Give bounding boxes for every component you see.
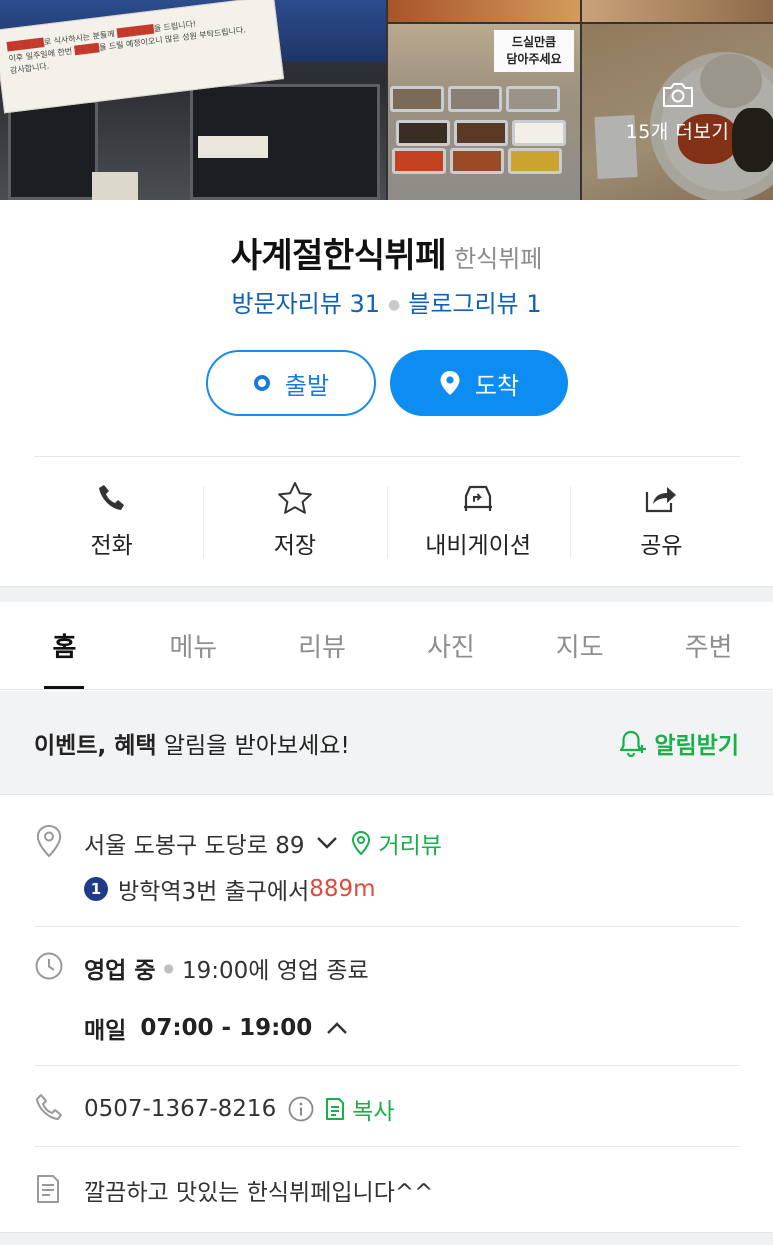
route-buttons: 출발 도착 <box>206 350 568 416</box>
station-distance: 889m <box>309 876 376 902</box>
info-icon[interactable] <box>288 1096 314 1122</box>
section-gap <box>0 1232 773 1245</box>
location-pin-icon <box>439 370 461 396</box>
address-section: 서울 도봉구 도당로 89 거리뷰 1 방학역 3번 출구에서 889m <box>34 796 740 926</box>
buffet-tray <box>454 120 508 146</box>
place-name: 사계절한식뷔페 <box>230 236 447 276</box>
phone-icon <box>96 480 128 516</box>
document-icon <box>37 1175 59 1203</box>
store-sign <box>198 136 268 158</box>
station-name: 방학역 <box>118 879 182 905</box>
buffet-tray <box>392 148 446 174</box>
start-point-icon <box>253 374 271 392</box>
place-category: 한식뷔페 <box>454 245 543 273</box>
tab-review[interactable]: 리뷰 <box>258 602 387 689</box>
storefront-window <box>8 100 98 200</box>
subway-line-badge: 1 <box>84 877 108 901</box>
hours-status-line: 영업 중 ● 19:00에 영업 종료 <box>84 951 369 985</box>
subscribe-notification-button[interactable]: 알림받기 <box>618 726 739 760</box>
clock-icon <box>35 952 63 980</box>
phone-icon <box>36 1094 62 1120</box>
station-line: 1 방학역 3번 출구에서 889m <box>84 872 376 906</box>
open-status: 영업 중 <box>84 958 156 984</box>
buffet-sign: 드실만큼 담아주세요 <box>494 30 574 72</box>
buffet-photo[interactable]: 드실만큼 담아주세요 <box>388 24 580 200</box>
buffet-tray <box>512 120 566 146</box>
photo-gallery[interactable]: ██████로 식사하시는 분들께 ██████을 드립니다! 이후 일주일에 … <box>0 0 773 200</box>
location-pin-icon <box>36 824 62 858</box>
save-label: 저장 <box>273 533 317 559</box>
separator-dot: ● <box>163 961 174 975</box>
save-button[interactable]: 저장 <box>203 480 386 560</box>
arrive-route-label: 도착 <box>474 371 520 400</box>
navigation-button[interactable]: 내비게이션 <box>386 480 570 560</box>
description-section: 깔끔하고 맛있는 한식뷔페입니다^^ <box>34 1147 740 1231</box>
navigation-label: 내비게이션 <box>425 533 532 559</box>
street-view-link[interactable]: 거리뷰 <box>378 826 441 860</box>
phone-number[interactable]: 0507-1367-8216 <box>84 1096 276 1122</box>
divider <box>34 456 740 457</box>
action-bar: 전화 저장 내비게이션 공유 <box>20 480 753 560</box>
food-photo[interactable] <box>582 0 773 22</box>
address-line: 서울 도봉구 도당로 89 거리뷰 <box>84 826 442 860</box>
tab-bar: 홈 메뉴 리뷰 사진 지도 주변 <box>0 602 773 690</box>
visitor-reviews-link[interactable]: 방문자리뷰 31 <box>231 290 380 318</box>
hours-detail-line[interactable]: 매일 07:00 - 19:00 <box>84 1011 348 1045</box>
bell-plus-icon <box>620 730 647 757</box>
tab-nearby[interactable]: 주변 <box>644 602 773 689</box>
tab-photo[interactable]: 사진 <box>386 602 515 689</box>
buffet-tray <box>506 86 560 112</box>
call-label: 전화 <box>90 533 133 559</box>
call-button[interactable]: 전화 <box>20 480 203 560</box>
subscribe-notification-label: 알림받기 <box>654 732 739 759</box>
share-icon <box>643 480 679 516</box>
hours-section: 영업 중 ● 19:00에 영업 종료 매일 07:00 - 19:00 <box>34 927 740 1065</box>
tab-menu[interactable]: 메뉴 <box>129 602 258 689</box>
share-button[interactable]: 공유 <box>569 480 753 560</box>
chevron-down-icon[interactable] <box>316 836 338 850</box>
car-navigation-icon <box>460 480 496 516</box>
closing-time: 19:00에 영업 종료 <box>181 958 369 984</box>
tab-home[interactable]: 홈 <box>0 602 129 689</box>
more-photos-button[interactable]: 15개 더보기 <box>582 24 773 200</box>
copy-phone-button[interactable]: 복사 <box>352 1092 394 1126</box>
storefront-photo[interactable]: ██████로 식사하시는 분들께 ██████을 드립니다! 이후 일주일에 … <box>0 0 386 200</box>
address-text[interactable]: 서울 도봉구 도당로 89 <box>84 826 304 860</box>
start-route-label: 출발 <box>284 371 330 400</box>
notification-rest-text: 알림을 받아보세요! <box>156 732 350 759</box>
review-links: 방문자리뷰 31 ● 블로그리뷰 1 <box>0 284 773 319</box>
notification-banner: 이벤트, 혜택 알림을 받아보세요! 알림받기 <box>0 691 773 795</box>
more-photos-label: 15개 더보기 <box>625 120 730 143</box>
buffet-tray <box>390 86 444 112</box>
street-view-pin-icon <box>352 830 371 856</box>
section-gap <box>0 586 773 602</box>
phone-section: 0507-1367-8216 복사 <box>34 1066 740 1146</box>
store-sign <box>92 172 138 200</box>
buffet-tray <box>448 86 502 112</box>
camera-icon <box>662 82 693 107</box>
phone-line: 0507-1367-8216 복사 <box>84 1092 395 1126</box>
share-label: 공유 <box>640 533 683 559</box>
place-title: 사계절한식뷔페 한식뷔페 <box>0 228 773 277</box>
station-exit: 3번 출구에서 <box>181 879 310 905</box>
tab-map[interactable]: 지도 <box>515 602 644 689</box>
food-photo[interactable] <box>388 0 580 22</box>
chevron-up-icon[interactable] <box>326 1021 348 1035</box>
buffet-tray <box>508 148 562 174</box>
start-route-button[interactable]: 출발 <box>206 350 376 416</box>
buffet-tray <box>450 148 504 174</box>
buffet-tray <box>396 120 450 146</box>
notification-bold-text: 이벤트, 혜택 <box>34 732 157 759</box>
description-text: 깔끔하고 맛있는 한식뷔페입니다^^ <box>84 1180 434 1206</box>
separator-dot: ● <box>388 297 401 313</box>
star-icon <box>277 480 313 516</box>
blog-reviews-link[interactable]: 블로그리뷰 1 <box>408 290 541 318</box>
hours-range: 07:00 - 19:00 <box>140 1015 313 1041</box>
hours-day: 매일 <box>84 1018 127 1044</box>
notification-text: 이벤트, 혜택 알림을 받아보세요! <box>34 726 618 760</box>
copy-icon <box>326 1098 345 1120</box>
arrive-route-button[interactable]: 도착 <box>390 350 568 416</box>
